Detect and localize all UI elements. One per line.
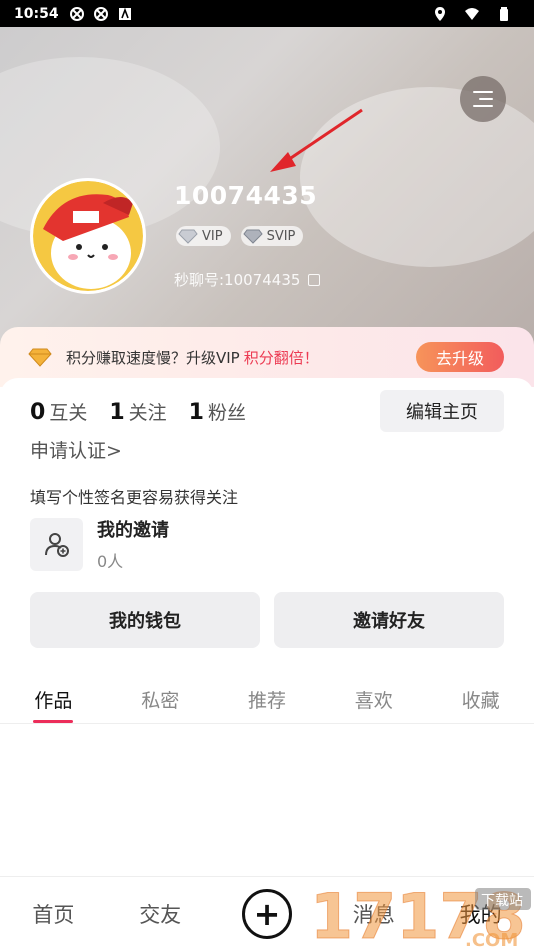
nav-home[interactable]: 首页 — [0, 899, 107, 929]
content-tabs: 作品 私密 推荐 喜欢 收藏 — [0, 678, 534, 724]
stats-row: 0 互关 1 关注 1 粉丝 — [30, 398, 246, 425]
upgrade-button[interactable]: 去升级 — [416, 342, 504, 372]
invite-count: 0人 — [97, 552, 124, 571]
my-invites[interactable]: 我的邀请 0人 — [30, 516, 169, 572]
stat-mutual-label: 互关 — [49, 402, 88, 424]
action-buttons: 我的钱包 邀请好友 — [30, 592, 504, 648]
stat-followers[interactable]: 1 粉丝 — [189, 398, 246, 425]
username: 10074435 — [174, 181, 318, 210]
plus-icon: + — [241, 888, 292, 939]
svip-label: SVIP — [266, 228, 296, 244]
sync-icon — [69, 6, 84, 21]
nav-friends[interactable]: 交友 — [107, 899, 214, 929]
wifi-icon — [465, 7, 479, 20]
svip-badge[interactable]: SVIP — [240, 226, 304, 246]
vip-badge[interactable]: VIP — [176, 226, 231, 246]
sync-icon — [93, 6, 108, 21]
stat-mutual-count: 0 — [30, 400, 46, 425]
member-badges: VIP SVIP — [176, 226, 304, 246]
stat-following-count: 1 — [109, 400, 125, 425]
stat-following-label: 关注 — [128, 402, 167, 424]
copy-icon[interactable] — [308, 273, 321, 286]
status-bar: 10:54 — [0, 0, 534, 27]
wallet-button[interactable]: 我的钱包 — [30, 592, 260, 648]
promo-text: 积分赚取速度慢？升级VIP — [66, 348, 240, 367]
add-user-icon — [44, 533, 69, 557]
bio-placeholder[interactable]: 填写个性签名更容易获得关注 — [30, 484, 238, 508]
apply-verification-link[interactable]: 申请认证> — [30, 436, 122, 463]
menu-button[interactable] — [460, 76, 506, 122]
diamond-icon — [242, 229, 263, 244]
stat-followers-label: 粉丝 — [207, 402, 246, 424]
diamond-icon — [28, 348, 52, 367]
vip-label: VIP — [202, 228, 223, 244]
status-time: 10:54 — [14, 5, 59, 22]
menu-icon — [473, 91, 493, 93]
nav-messages[interactable]: 消息 — [320, 899, 427, 929]
bottom-navigation: 首页 交友 + 消息 我的 — [0, 876, 534, 950]
arrow-annotation-icon — [270, 108, 363, 172]
tab-private[interactable]: 私密 — [107, 678, 214, 723]
tab-recommend[interactable]: 推荐 — [214, 678, 321, 723]
tab-favorites[interactable]: 收藏 — [427, 678, 534, 723]
battery-icon — [500, 6, 508, 21]
location-icon — [435, 6, 445, 21]
stat-followers-count: 1 — [188, 400, 204, 425]
nav-me[interactable]: 我的 — [427, 899, 534, 929]
stat-following[interactable]: 1 关注 — [109, 398, 166, 425]
avatar[interactable] — [30, 178, 146, 294]
account-id-text: 秒聊号:10074435 — [174, 271, 301, 289]
profile-main-card: 0 互关 1 关注 1 粉丝 编辑主页 申请认证> 填写个性签名更容易获得关注 … — [0, 378, 534, 878]
invite-icon-box — [30, 517, 83, 571]
tab-likes[interactable]: 喜欢 — [320, 678, 427, 723]
invite-friends-button[interactable]: 邀请好友 — [274, 592, 504, 648]
a-icon — [118, 7, 131, 20]
stat-mutual[interactable]: 0 互关 — [30, 398, 87, 425]
tab-works[interactable]: 作品 — [0, 678, 107, 723]
promo-highlight: 积分翻倍！ — [243, 348, 319, 367]
invite-title: 我的邀请 — [97, 520, 169, 541]
account-id: 秒聊号:10074435 — [174, 269, 321, 290]
avatar-image — [33, 181, 143, 291]
diamond-icon — [178, 229, 198, 244]
nav-create[interactable]: + — [214, 888, 321, 939]
edit-profile-button[interactable]: 编辑主页 — [380, 390, 504, 432]
